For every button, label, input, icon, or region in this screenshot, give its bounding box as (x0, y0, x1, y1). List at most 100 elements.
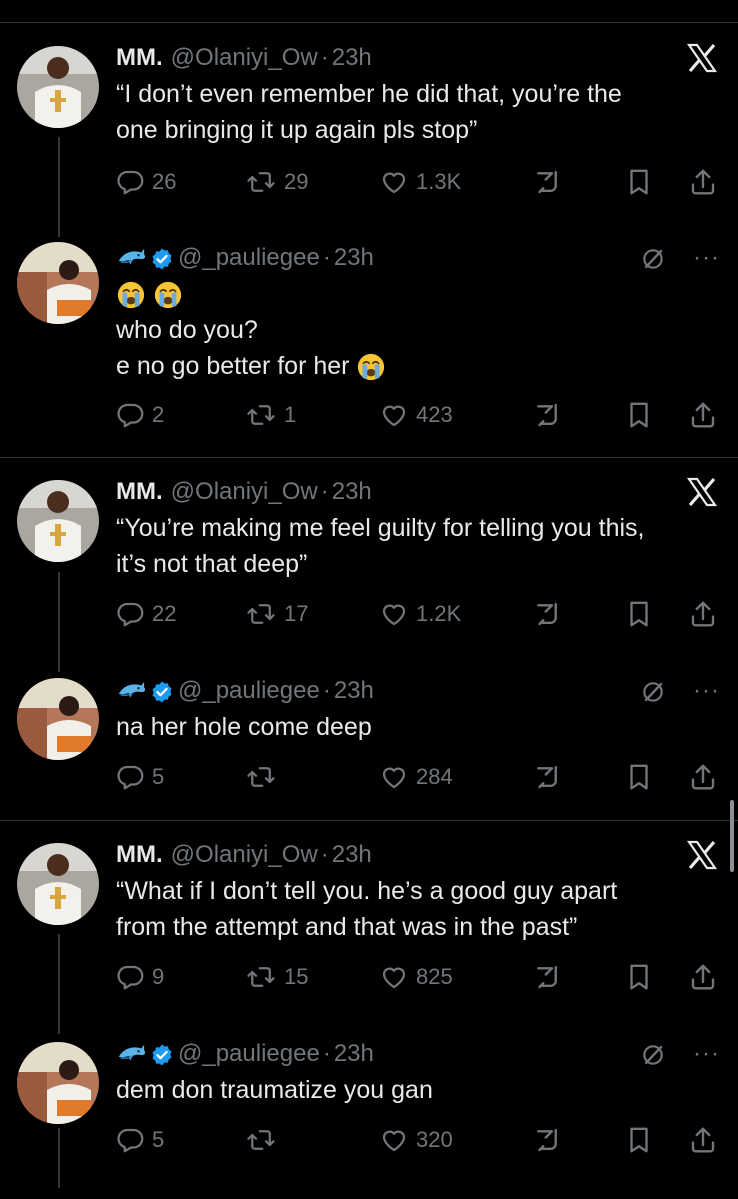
divider (0, 820, 738, 821)
analytics-button[interactable] (532, 957, 562, 997)
repost-button[interactable]: 29 (244, 162, 308, 202)
heart-icon (378, 1125, 410, 1155)
tweet-text: who do you? e no go better for her (116, 276, 724, 384)
display-name[interactable]: MM. (116, 478, 163, 505)
reply-count: 22 (152, 601, 177, 626)
heart-icon (378, 167, 410, 197)
tweet[interactable]: MM. @Olaniyi_Ow · 23h “You’re making me fee… (116, 474, 724, 582)
avatar[interactable] (17, 1042, 99, 1124)
action-bar: 22 17 1.2K (116, 594, 724, 634)
tweet[interactable]: MM. @Olaniyi_Ow · 23h “I don’t even remembe… (116, 40, 724, 148)
repost-button[interactable]: 15 (244, 957, 308, 997)
share-button[interactable] (688, 395, 718, 435)
share-button[interactable] (688, 594, 718, 634)
repost-count: 29 (284, 169, 309, 194)
like-count: 1.2K (416, 601, 462, 626)
tweet[interactable]: @_pauliegee · 23h ··· dem don traumatize y… (116, 1036, 724, 1108)
heart-icon (378, 400, 410, 430)
timestamp[interactable]: 23h (334, 244, 374, 271)
dolphin-icon (116, 677, 146, 707)
username[interactable]: @_pauliegee (178, 1040, 320, 1067)
analytics-button[interactable] (532, 162, 562, 202)
timestamp[interactable]: 23h (334, 1040, 374, 1067)
avatar[interactable] (17, 843, 99, 925)
like-button[interactable]: 284 (378, 757, 453, 797)
bookmark-button[interactable] (624, 162, 654, 202)
avatar[interactable] (17, 480, 99, 562)
analytics-button[interactable] (532, 757, 562, 797)
like-count: 284 (416, 764, 453, 789)
grok-icon[interactable] (640, 679, 666, 716)
tweet[interactable]: MM. @Olaniyi_Ow · 23h “What if I don’t tell… (116, 837, 724, 945)
username[interactable]: @_pauliegee (178, 677, 320, 704)
username[interactable]: @Olaniyi_Ow (171, 44, 318, 71)
analytics-button[interactable] (532, 594, 562, 634)
repost-button[interactable]: 17 (244, 594, 308, 634)
analytics-icon (532, 400, 562, 430)
crying-emoji-icon (356, 352, 386, 382)
scrollbar[interactable] (730, 800, 734, 872)
share-button[interactable] (688, 162, 718, 202)
analytics-icon (532, 167, 562, 197)
timestamp[interactable]: 23h (332, 841, 372, 868)
timestamp[interactable]: 23h (332, 478, 372, 505)
like-button[interactable]: 1.2K (378, 594, 461, 634)
timestamp[interactable]: 23h (332, 44, 372, 71)
repost-icon (244, 1125, 278, 1155)
like-button[interactable]: 1.3K (378, 162, 461, 202)
grok-icon[interactable] (640, 1042, 666, 1079)
avatar[interactable] (17, 46, 99, 128)
analytics-button[interactable] (532, 395, 562, 435)
display-name[interactable]: MM. (116, 841, 163, 868)
avatar[interactable] (17, 242, 99, 324)
analytics-icon (532, 762, 562, 792)
verified-badge-icon (150, 247, 174, 271)
bookmark-button[interactable] (624, 395, 654, 435)
like-button[interactable]: 320 (378, 1120, 453, 1160)
more-options-button[interactable]: ··· (693, 1036, 720, 1072)
username[interactable]: @Olaniyi_Ow (171, 841, 318, 868)
like-button[interactable]: 825 (378, 957, 453, 997)
username[interactable]: @Olaniyi_Ow (171, 478, 318, 505)
thread-line (58, 572, 60, 672)
bookmark-button[interactable] (624, 594, 654, 634)
username[interactable]: @_pauliegee (178, 244, 320, 271)
like-count: 1.3K (416, 169, 462, 194)
action-bar: 26 29 1.3K (116, 162, 724, 202)
repost-button[interactable] (244, 757, 284, 797)
reply-button[interactable]: 22 (116, 594, 176, 634)
analytics-button[interactable] (532, 1120, 562, 1160)
reply-button[interactable]: 5 (116, 757, 164, 797)
bookmark-button[interactable] (624, 757, 654, 797)
repost-icon (244, 599, 278, 629)
avatar[interactable] (17, 678, 99, 760)
tweet-header: MM. @Olaniyi_Ow · 23h (116, 837, 724, 873)
reply-button[interactable]: 26 (116, 162, 176, 202)
reply-button[interactable]: 5 (116, 1120, 164, 1160)
more-options-button[interactable]: ··· (693, 240, 720, 276)
tweet[interactable]: @_pauliegee · 23h ··· na her hole come dee… (116, 673, 724, 745)
tweet-header: @_pauliegee · 23h ··· (116, 240, 724, 276)
grok-icon[interactable] (640, 246, 666, 283)
tweet[interactable]: @_pauliegee · 23h ··· who do you? e no go … (116, 240, 724, 384)
bookmark-button[interactable] (624, 1120, 654, 1160)
timestamp[interactable]: 23h (334, 677, 374, 704)
like-button[interactable]: 423 (378, 395, 453, 435)
share-button[interactable] (688, 1120, 718, 1160)
analytics-icon (532, 599, 562, 629)
share-button[interactable] (688, 757, 718, 797)
display-name[interactable]: MM. (116, 44, 163, 71)
crying-emoji-icon (116, 280, 146, 310)
bookmark-button[interactable] (624, 957, 654, 997)
heart-icon (378, 762, 410, 792)
share-button[interactable] (688, 957, 718, 997)
divider (0, 457, 738, 458)
tweet-text: “You’re making me feel guilty for tellin… (116, 510, 724, 582)
x-logo-icon (686, 42, 718, 85)
more-options-button[interactable]: ··· (693, 673, 720, 709)
reply-button[interactable]: 2 (116, 395, 164, 435)
repost-button[interactable]: 1 (244, 395, 296, 435)
separator-dot: · (322, 244, 331, 271)
repost-button[interactable] (244, 1120, 284, 1160)
reply-button[interactable]: 9 (116, 957, 164, 997)
